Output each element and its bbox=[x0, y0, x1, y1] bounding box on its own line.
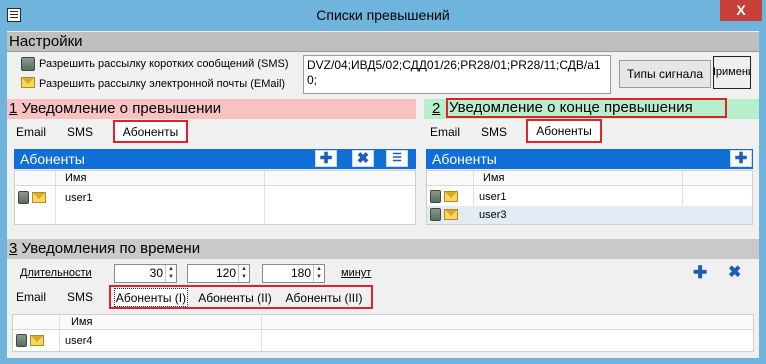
settings-header: Настройки bbox=[7, 32, 759, 52]
phone-icon bbox=[430, 190, 441, 203]
time-delete-icon[interactable]: ✖ bbox=[728, 264, 741, 281]
apply-button[interactable]: Применить bbox=[713, 56, 751, 89]
time-add-icon[interactable]: ✚ bbox=[693, 264, 707, 281]
spinner-arrows-icon[interactable]: ▲ ▼ bbox=[238, 265, 249, 282]
duration-2-value: 120 bbox=[215, 266, 236, 280]
time-tab-subscribers-3[interactable]: Абоненты (III) bbox=[282, 288, 366, 308]
table-row[interactable]: user4 bbox=[13, 333, 753, 350]
exceed-subscribers-grid[interactable]: Имя user1 bbox=[14, 170, 416, 225]
subscriber-name: user4 bbox=[65, 335, 93, 347]
window-title: Списки превышений bbox=[316, 7, 450, 23]
close-button[interactable]: X bbox=[720, 0, 762, 21]
phone-icon bbox=[430, 208, 441, 221]
duration-2-spinner[interactable]: 120 ▲ ▼ bbox=[187, 264, 250, 283]
end-section-number: 2 bbox=[432, 100, 441, 117]
end-subscribers-grid[interactable]: Имя user1 user3 bbox=[426, 170, 753, 225]
end-tab-email[interactable]: Email bbox=[427, 122, 463, 142]
end-add-icon[interactable]: ✚ bbox=[730, 150, 752, 167]
envelope-icon bbox=[30, 335, 44, 346]
signal-types-button[interactable]: Типы сигнала bbox=[619, 60, 711, 88]
time-grid-header: Имя bbox=[13, 315, 753, 330]
time-section-title: Уведомления по времени bbox=[17, 240, 201, 257]
table-row[interactable]: user1 bbox=[427, 188, 752, 205]
minutes-label: минут bbox=[341, 267, 372, 279]
duration-3-value: 180 bbox=[290, 266, 311, 280]
exceed-add-icon[interactable]: ✚ bbox=[315, 150, 337, 167]
subscriber-name: user3 bbox=[479, 209, 507, 221]
subscriber-name: user1 bbox=[479, 191, 507, 203]
exceed-tab-email[interactable]: Email bbox=[13, 122, 49, 142]
time-section-header: 3 Уведомления по времени bbox=[7, 239, 759, 259]
email-checkbox-icon[interactable] bbox=[21, 77, 35, 88]
exceed-section-title: Уведомление о превышении bbox=[17, 100, 222, 117]
end-tab-sms[interactable]: SMS bbox=[474, 122, 514, 142]
time-tab-sms[interactable]: SMS bbox=[60, 287, 100, 307]
exceed-grid-header: Имя bbox=[15, 171, 415, 186]
sms-checkbox-icon[interactable] bbox=[21, 57, 35, 71]
time-col-name[interactable]: Имя bbox=[71, 315, 92, 329]
duration-1-spinner[interactable]: 30 ▲ ▼ bbox=[114, 264, 177, 283]
end-list-header: Абоненты bbox=[426, 149, 753, 169]
exceed-tab-subscribers[interactable]: Абоненты bbox=[113, 120, 188, 143]
duration-1-value: 30 bbox=[149, 266, 163, 280]
exceed-section-header: 1 Уведомление о превышении bbox=[7, 99, 416, 119]
exceed-delete-icon[interactable]: ✖ bbox=[352, 150, 374, 167]
envelope-icon bbox=[32, 192, 46, 203]
exceed-tab-sms[interactable]: SMS bbox=[60, 122, 100, 142]
time-subscribers-grid[interactable]: Имя user4 bbox=[12, 314, 754, 352]
duration-3-spinner[interactable]: 180 ▲ ▼ bbox=[262, 264, 325, 283]
time-tab-email[interactable]: Email bbox=[13, 287, 49, 307]
spinner-arrows-icon[interactable]: ▲ ▼ bbox=[313, 265, 324, 282]
durations-label: Длительности bbox=[20, 267, 92, 279]
end-tab-subscribers[interactable]: Абоненты bbox=[526, 119, 602, 143]
subscriber-name: user1 bbox=[65, 192, 93, 204]
sms-checkbox-label[interactable]: Разрешить рассылку коротких сообщений (S… bbox=[39, 58, 288, 70]
exceed-import-list-icon[interactable]: ☰ bbox=[386, 150, 408, 167]
controls-list-field[interactable]: DVZ/04;ИВД5/02;СДД01/26;PR28/01;PR28/11;… bbox=[303, 55, 611, 94]
envelope-icon bbox=[444, 191, 458, 202]
envelope-icon bbox=[444, 209, 458, 220]
table-row[interactable]: user1 bbox=[15, 189, 415, 207]
end-section-title: Уведомление о конце превышения bbox=[446, 98, 727, 118]
end-grid-header: Имя bbox=[427, 171, 752, 186]
spinner-arrows-icon[interactable]: ▲ ▼ bbox=[165, 265, 176, 282]
end-col-name[interactable]: Имя bbox=[483, 171, 504, 185]
table-row[interactable]: user3 bbox=[427, 206, 752, 224]
time-tab-subscribers-2[interactable]: Абоненты (II) bbox=[195, 288, 275, 308]
email-checkbox-label[interactable]: Разрешить рассылку электронной почты (EM… bbox=[39, 78, 285, 90]
phone-icon bbox=[16, 334, 27, 347]
phone-icon bbox=[18, 191, 29, 204]
time-tab-subscribers-1[interactable]: Абоненты (I) bbox=[114, 288, 188, 307]
title-bar[interactable]: Списки превышений X bbox=[0, 0, 766, 31]
exceed-col-name[interactable]: Имя bbox=[65, 171, 86, 185]
